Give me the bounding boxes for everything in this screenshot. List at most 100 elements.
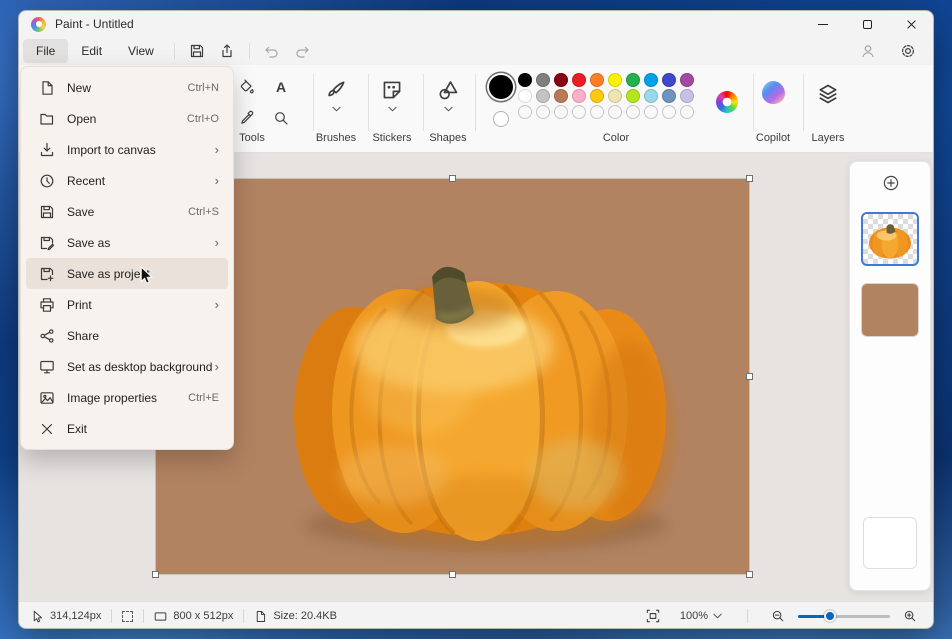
share-button[interactable] bbox=[212, 40, 242, 62]
copilot-group[interactable]: Copilot bbox=[745, 65, 801, 153]
save-button[interactable] bbox=[182, 40, 212, 62]
layer-thumbnail-background-color[interactable] bbox=[861, 283, 919, 337]
empty-color-slot[interactable] bbox=[644, 105, 658, 119]
brushes-button[interactable] bbox=[308, 79, 364, 101]
zoom-level-dropdown[interactable]: 100% bbox=[674, 607, 728, 625]
layers-group[interactable]: Layers bbox=[800, 65, 856, 153]
add-layer-button[interactable] bbox=[879, 171, 903, 195]
file-menu-item-import-to-canvas[interactable]: Import to canvas › bbox=[26, 134, 228, 165]
edit-color-button[interactable] bbox=[716, 91, 738, 113]
color-swatch[interactable] bbox=[662, 89, 676, 103]
color-swatch[interactable] bbox=[608, 89, 622, 103]
close-button[interactable] bbox=[889, 11, 933, 37]
file-menu-item-save-as[interactable]: Save as › bbox=[26, 227, 228, 258]
empty-color-slot[interactable] bbox=[572, 105, 586, 119]
color-swatch[interactable] bbox=[572, 89, 586, 103]
color-swatch[interactable] bbox=[608, 73, 622, 87]
brushes-group[interactable]: Brushes bbox=[308, 65, 364, 153]
zoom-out-button[interactable] bbox=[767, 605, 789, 627]
drawing-canvas[interactable] bbox=[156, 179, 749, 574]
color-swatch[interactable] bbox=[626, 73, 640, 87]
stickers-dropdown[interactable] bbox=[364, 106, 420, 112]
canvas-resize-handle[interactable] bbox=[746, 571, 753, 578]
file-size-indicator: Size: 20.4KB bbox=[254, 610, 337, 623]
canvas-resize-handle[interactable] bbox=[746, 175, 753, 182]
stickers-group[interactable]: Stickers bbox=[364, 65, 420, 153]
empty-color-slot[interactable] bbox=[626, 105, 640, 119]
menu-view[interactable]: View bbox=[115, 39, 167, 63]
brushes-dropdown[interactable] bbox=[308, 106, 364, 112]
color-swatch[interactable] bbox=[518, 89, 532, 103]
empty-color-slot[interactable] bbox=[662, 105, 676, 119]
fill-tool[interactable] bbox=[230, 71, 264, 102]
redo-button[interactable] bbox=[287, 40, 317, 62]
text-tool[interactable]: A bbox=[264, 71, 298, 102]
background-layer-thumbnail[interactable] bbox=[863, 517, 917, 569]
canvas-resize-handle[interactable] bbox=[152, 571, 159, 578]
shapes-group[interactable]: Shapes bbox=[420, 65, 476, 153]
empty-color-slot[interactable] bbox=[590, 105, 604, 119]
zoom-slider[interactable] bbox=[798, 609, 890, 623]
color-swatch[interactable] bbox=[518, 73, 532, 87]
text-tool-icon: A bbox=[276, 79, 286, 95]
file-menu-item-set-as-desktop-background[interactable]: Set as desktop background › bbox=[26, 351, 228, 382]
primary-color-swatch[interactable] bbox=[489, 75, 513, 99]
zoom-in-button[interactable] bbox=[899, 605, 921, 627]
menu-file[interactable]: File bbox=[23, 39, 68, 63]
color-swatch[interactable] bbox=[536, 89, 550, 103]
fit-to-screen-button[interactable] bbox=[641, 605, 665, 627]
color-swatch[interactable] bbox=[626, 89, 640, 103]
layer-thumbnail-pumpkin[interactable] bbox=[861, 212, 919, 266]
menu-edit[interactable]: Edit bbox=[68, 39, 115, 63]
color-swatch[interactable] bbox=[536, 73, 550, 87]
color-swatch[interactable] bbox=[590, 89, 604, 103]
color-swatch[interactable] bbox=[680, 73, 694, 87]
file-menu-item-save-as-project[interactable]: Save as project bbox=[26, 258, 228, 289]
save-icon bbox=[189, 43, 205, 59]
secondary-color-swatch[interactable] bbox=[493, 111, 509, 127]
color-swatch[interactable] bbox=[590, 73, 604, 87]
file-menu-item-image-properties[interactable]: Image properties Ctrl+E bbox=[26, 382, 228, 413]
file-menu-item-new[interactable]: New Ctrl+N bbox=[26, 72, 228, 103]
zoom-out-icon bbox=[771, 609, 785, 623]
file-menu-item-save[interactable]: Save Ctrl+S bbox=[26, 196, 228, 227]
file-menu-item-recent[interactable]: Recent › bbox=[26, 165, 228, 196]
magnifier-tool[interactable] bbox=[264, 102, 298, 133]
undo-button[interactable] bbox=[257, 40, 287, 62]
maximize-button[interactable] bbox=[845, 11, 889, 37]
layers-button[interactable] bbox=[800, 83, 856, 105]
window-title: Paint - Untitled bbox=[55, 17, 134, 31]
fit-to-screen-icon bbox=[646, 609, 660, 623]
brushes-group-label: Brushes bbox=[308, 132, 364, 144]
copilot-button[interactable] bbox=[745, 81, 801, 104]
file-menu-item-print[interactable]: Print › bbox=[26, 289, 228, 320]
canvas-resize-handle[interactable] bbox=[449, 571, 456, 578]
empty-color-slot[interactable] bbox=[554, 105, 568, 119]
color-swatch[interactable] bbox=[554, 89, 568, 103]
canvas-resize-handle[interactable] bbox=[746, 373, 753, 380]
color-swatch[interactable] bbox=[680, 89, 694, 103]
submenu-chevron-icon: › bbox=[215, 143, 219, 156]
settings-button[interactable] bbox=[893, 40, 923, 62]
canvas-resize-handle[interactable] bbox=[449, 175, 456, 182]
empty-color-slot[interactable] bbox=[608, 105, 622, 119]
color-swatch[interactable] bbox=[644, 89, 658, 103]
account-button[interactable] bbox=[853, 40, 883, 62]
shapes-button[interactable] bbox=[420, 79, 476, 101]
color-swatch[interactable] bbox=[572, 73, 586, 87]
empty-color-slot[interactable] bbox=[536, 105, 550, 119]
empty-color-slot[interactable] bbox=[680, 105, 694, 119]
minimize-button[interactable] bbox=[801, 11, 845, 37]
file-menu: New Ctrl+N Open Ctrl+O Import to canvas … bbox=[20, 66, 234, 450]
empty-color-slot[interactable] bbox=[518, 105, 532, 119]
file-menu-item-share[interactable]: Share bbox=[26, 320, 228, 351]
color-swatch[interactable] bbox=[554, 73, 568, 87]
shapes-dropdown[interactable] bbox=[420, 106, 476, 112]
eyedropper-tool[interactable] bbox=[230, 102, 264, 133]
file-menu-item-exit[interactable]: Exit bbox=[26, 413, 228, 444]
zoom-slider-thumb[interactable] bbox=[824, 610, 836, 622]
color-swatch[interactable] bbox=[662, 73, 676, 87]
stickers-button[interactable] bbox=[364, 79, 420, 101]
color-swatch[interactable] bbox=[644, 73, 658, 87]
file-menu-item-open[interactable]: Open Ctrl+O bbox=[26, 103, 228, 134]
